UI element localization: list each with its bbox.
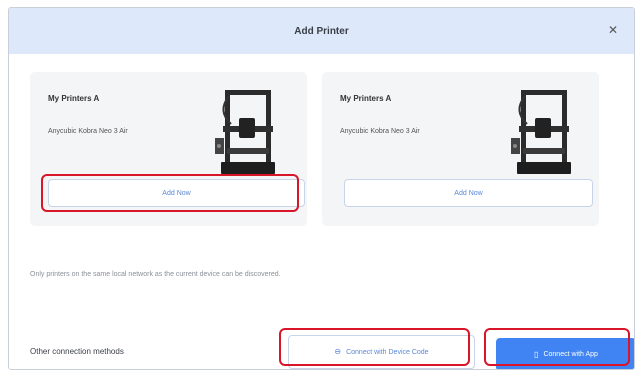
3d-printer-icon bbox=[215, 90, 275, 174]
connect-app-label: Connect with App bbox=[543, 351, 598, 358]
printer-card: My Printers A Anycubic Kobra Neo 3 Air A… bbox=[30, 72, 307, 226]
printer-model: Anycubic Kobra Neo 3 Air bbox=[340, 128, 420, 135]
printer-model: Anycubic Kobra Neo 3 Air bbox=[48, 128, 128, 135]
connect-device-code-label: Connect with Device Code bbox=[346, 348, 429, 356]
phone-icon: ▯ bbox=[534, 349, 539, 359]
add-now-button[interactable]: Add Now bbox=[344, 179, 593, 207]
printer-name: My Printers A bbox=[340, 94, 392, 103]
connect-device-code-button[interactable]: ⊖ Connect with Device Code bbox=[288, 335, 475, 369]
dialog-title: Add Printer bbox=[294, 25, 349, 37]
dialog-header: Add Printer ✕ bbox=[9, 8, 634, 54]
add-printer-dialog: Add Printer ✕ My Printers A Anycubic Kob… bbox=[8, 7, 635, 370]
printer-name: My Printers A bbox=[48, 94, 100, 103]
network-note: Only printers on the same local network … bbox=[30, 271, 281, 278]
3d-printer-icon bbox=[511, 90, 571, 174]
printer-card: My Printers A Anycubic Kobra Neo 3 Air A… bbox=[322, 72, 599, 226]
add-now-button[interactable]: Add Now bbox=[48, 179, 305, 207]
connect-app-button[interactable]: ▯ Connect with App bbox=[496, 338, 634, 369]
close-icon[interactable]: ✕ bbox=[606, 23, 620, 37]
other-connection-label: Other connection methods bbox=[30, 347, 124, 356]
link-icon: ⊖ bbox=[334, 347, 342, 356]
